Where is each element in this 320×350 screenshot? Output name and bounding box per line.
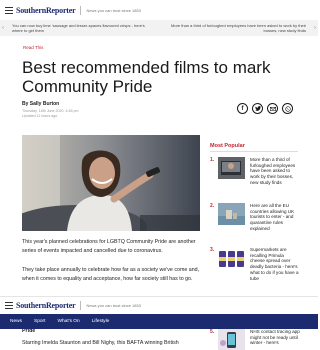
whatsapp-icon[interactable] bbox=[282, 103, 293, 114]
section-link[interactable]: Read This bbox=[23, 45, 43, 50]
twitter-icon[interactable] bbox=[252, 103, 263, 114]
woman-with-remote-image bbox=[22, 135, 200, 231]
ticker-link-left[interactable]: You can now buy lime 'sausage and lesser… bbox=[6, 23, 159, 33]
article-paragraph: This year's planned celebrations for LGB… bbox=[22, 239, 196, 254]
nav-item-lifestyle[interactable]: Lifestyle bbox=[92, 319, 110, 324]
item-headline[interactable]: Here are all the EU countries allowing U… bbox=[250, 203, 300, 232]
facebook-icon[interactable]: f bbox=[237, 103, 248, 114]
most-popular-heading: Most Popular bbox=[210, 143, 245, 149]
nav-item-whats-on[interactable]: What's On bbox=[57, 319, 79, 324]
menu-icon[interactable] bbox=[5, 6, 13, 14]
item-number: 1. bbox=[210, 157, 215, 163]
item-number: 3. bbox=[210, 247, 215, 253]
article-headline: Best recommended films to mark Community… bbox=[22, 58, 271, 96]
article-paragraph: They take place annually to celebrate ho… bbox=[22, 267, 200, 282]
ticker-link-right[interactable]: More than a third of furloughed employee… bbox=[159, 23, 312, 33]
menu-icon[interactable] bbox=[5, 302, 13, 309]
news-ticker: ‹ You can now buy lime 'sausage and less… bbox=[0, 20, 318, 36]
article-dates: Thursday, 18th June 2020, 4:48 pm Update… bbox=[22, 109, 78, 118]
item-thumbnail bbox=[218, 247, 245, 269]
site-tagline: News you can trust since 1853 bbox=[86, 7, 141, 13]
article-hero-image bbox=[22, 135, 200, 231]
item-number: 2. bbox=[210, 203, 215, 209]
item-headline[interactable]: NHS contact tracing app might not be rea… bbox=[250, 329, 300, 346]
most-popular-item[interactable]: 2. Here are all the EU countries allowin… bbox=[210, 203, 300, 253]
site-logo[interactable]: SouthernReporter bbox=[16, 301, 76, 310]
header-divider bbox=[80, 301, 82, 310]
item-thumbnail bbox=[218, 157, 245, 179]
item-headline[interactable]: More than a third of furloughed employee… bbox=[250, 157, 300, 186]
site-tagline: News you can trust since 1853 bbox=[86, 303, 141, 308]
article-paragraph: Starring Imelda Staunton and Bill Nighy,… bbox=[22, 340, 179, 346]
article-byline[interactable]: By Sally Burton bbox=[22, 101, 59, 107]
most-popular-item[interactable]: 1. More than a third of furloughed emplo… bbox=[210, 157, 300, 207]
site-logo[interactable]: SouthernReporter bbox=[16, 6, 76, 15]
publish-date: Thursday, 18th June 2020, 4:48 pm bbox=[22, 109, 79, 113]
divider bbox=[210, 151, 298, 152]
nav-item-sport[interactable]: Sport bbox=[34, 319, 45, 324]
chevron-right-icon[interactable]: › bbox=[312, 25, 318, 31]
sticky-header: SouthernReporter News you can trust sinc… bbox=[0, 296, 318, 314]
item-thumbnail bbox=[218, 329, 245, 350]
item-thumbnail bbox=[218, 203, 245, 225]
most-popular-item[interactable]: 5. NHS contact tracing app might not be … bbox=[210, 329, 310, 350]
updated-date: Updated 11 hours ago bbox=[22, 113, 58, 118]
nav-item-news[interactable]: News bbox=[10, 319, 22, 324]
most-popular-item[interactable]: 3. Supermarkets are recalling Primula ch… bbox=[210, 247, 300, 297]
email-icon[interactable] bbox=[267, 103, 278, 114]
item-headline[interactable]: Supermarkets are recalling Primula chees… bbox=[250, 247, 300, 281]
main-nav: News Sport What's On Lifestyle bbox=[0, 314, 318, 329]
header-divider bbox=[80, 5, 82, 15]
site-header: SouthernReporter News you can trust sinc… bbox=[0, 0, 318, 20]
item-number: 5. bbox=[210, 329, 215, 335]
